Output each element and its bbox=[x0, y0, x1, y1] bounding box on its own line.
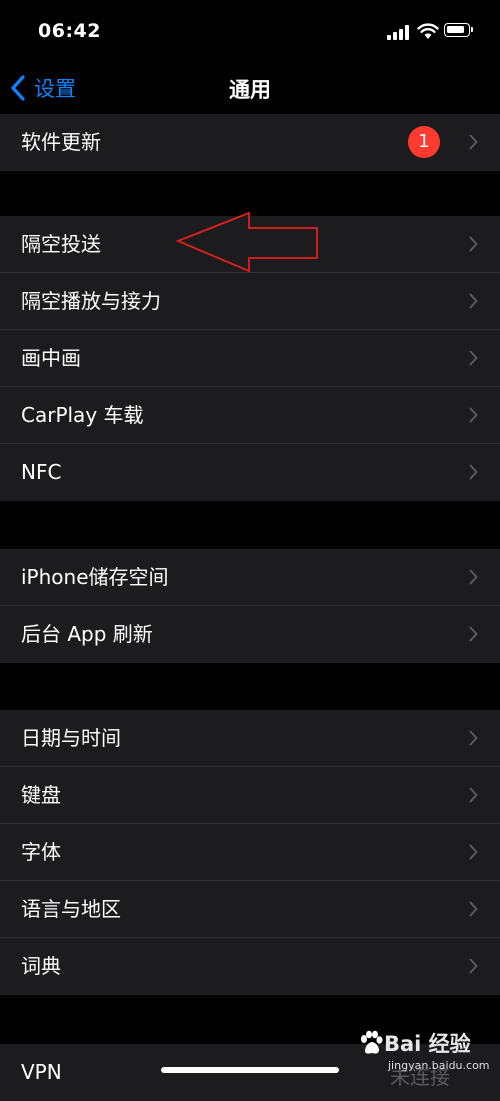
nfc-row[interactable]: NFC bbox=[0, 444, 500, 501]
background-app-refresh-row[interactable]: 后台 App 刷新 bbox=[0, 606, 500, 663]
row-label: 词典 bbox=[21, 954, 61, 978]
dictionary-row[interactable]: 词典 bbox=[0, 938, 500, 995]
baidu-paw-icon bbox=[361, 1030, 383, 1054]
airplay-handoff-row[interactable]: 隔空播放与接力 bbox=[0, 273, 500, 330]
annotation-arrow-icon bbox=[175, 211, 318, 273]
row-label: 画中画 bbox=[21, 346, 81, 370]
row-label: VPN bbox=[21, 1060, 62, 1084]
chevron-right-icon bbox=[469, 236, 478, 252]
date-time-row[interactable]: 日期与时间 bbox=[0, 710, 500, 767]
chevron-right-icon bbox=[469, 626, 478, 642]
chevron-right-icon bbox=[469, 958, 478, 974]
watermark-brand: Bai 经验 bbox=[384, 1032, 471, 1056]
home-indicator[interactable] bbox=[161, 1067, 339, 1073]
row-label: 后台 App 刷新 bbox=[21, 622, 153, 646]
chevron-right-icon bbox=[469, 569, 478, 585]
row-label: NFC bbox=[21, 460, 62, 484]
chevron-right-icon bbox=[469, 844, 478, 860]
cellular-signal-icon bbox=[387, 24, 411, 40]
watermark: 未连接 Bai 经验 jingyan.baidu.com bbox=[358, 1028, 498, 1089]
row-label: 键盘 bbox=[21, 783, 61, 807]
row-label: 软件更新 bbox=[21, 130, 101, 154]
chevron-right-icon bbox=[469, 901, 478, 917]
picture-in-picture-row[interactable]: 画中画 bbox=[0, 330, 500, 387]
chevron-right-icon bbox=[469, 134, 478, 150]
navigation-bar: 设置 通用 bbox=[0, 62, 500, 114]
chevron-right-icon bbox=[469, 787, 478, 803]
row-label: 字体 bbox=[21, 840, 61, 864]
settings-group-update: 软件更新 1 bbox=[0, 114, 500, 171]
chevron-right-icon bbox=[469, 350, 478, 366]
software-update-row[interactable]: 软件更新 1 bbox=[0, 114, 500, 171]
language-region-row[interactable]: 语言与地区 bbox=[0, 881, 500, 938]
chevron-right-icon bbox=[469, 293, 478, 309]
status-bar: 06:42 bbox=[0, 0, 500, 62]
carplay-row[interactable]: CarPlay 车载 bbox=[0, 387, 500, 444]
settings-group-language: 日期与时间 键盘 字体 语言与地区 词典 bbox=[0, 710, 500, 995]
chevron-right-icon bbox=[469, 407, 478, 423]
row-label: 语言与地区 bbox=[21, 897, 121, 921]
chevron-right-icon bbox=[469, 464, 478, 480]
chevron-right-icon bbox=[469, 730, 478, 746]
watermark-url: jingyan.baidu.com bbox=[388, 1059, 490, 1072]
wifi-icon bbox=[417, 23, 439, 39]
fonts-row[interactable]: 字体 bbox=[0, 824, 500, 881]
row-label: 隔空播放与接力 bbox=[21, 289, 161, 313]
page-title: 通用 bbox=[229, 78, 271, 102]
settings-group-storage: iPhone储存空间 后台 App 刷新 bbox=[0, 549, 500, 663]
row-label: CarPlay 车载 bbox=[21, 403, 144, 427]
status-time: 06:42 bbox=[38, 20, 101, 42]
row-label: 隔空投送 bbox=[21, 232, 101, 256]
row-label: iPhone储存空间 bbox=[21, 565, 169, 589]
row-label: 日期与时间 bbox=[21, 726, 121, 750]
notification-badge: 1 bbox=[408, 126, 440, 158]
keyboard-row[interactable]: 键盘 bbox=[0, 767, 500, 824]
iphone-storage-row[interactable]: iPhone储存空间 bbox=[0, 549, 500, 606]
battery-icon bbox=[444, 23, 473, 37]
